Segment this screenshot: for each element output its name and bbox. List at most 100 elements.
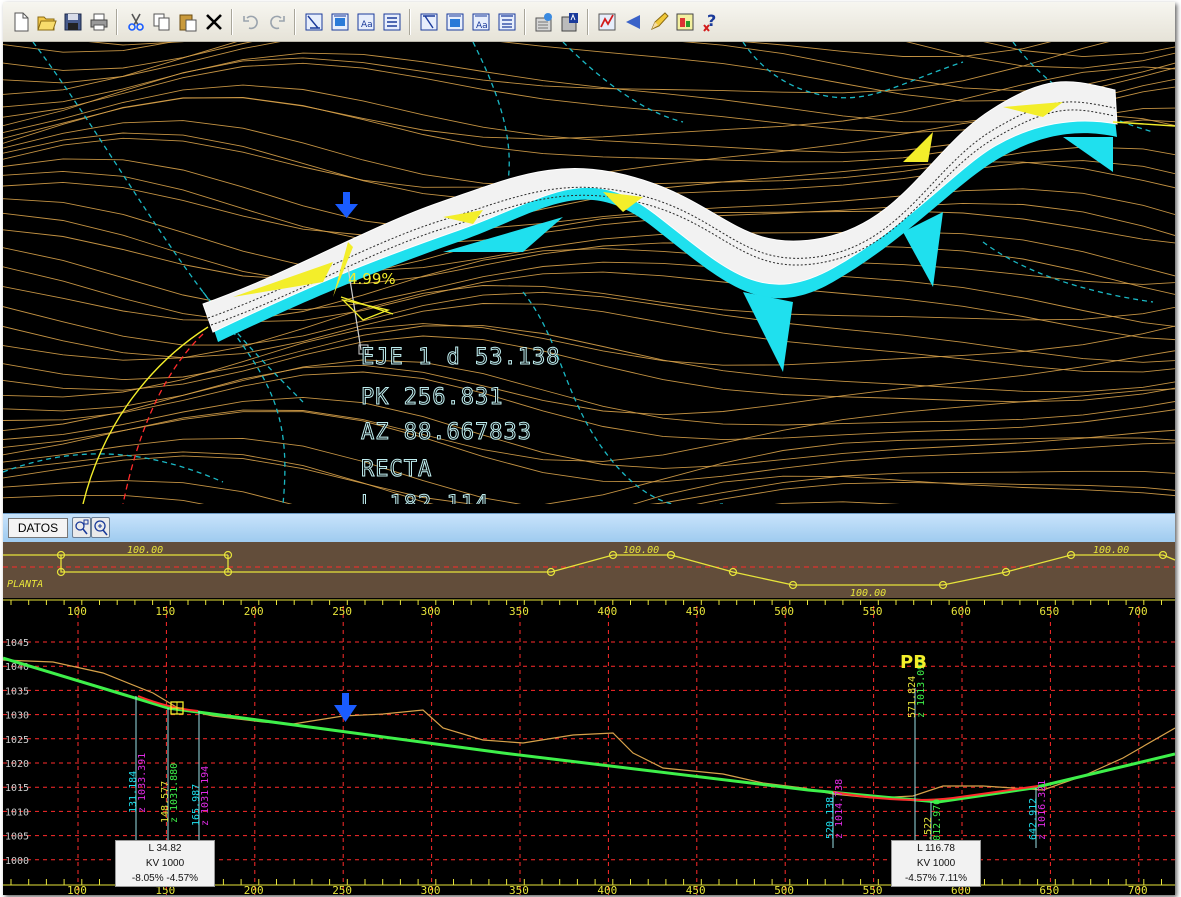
toolbar-separator: [587, 8, 589, 35]
planta-label: PLANTA: [7, 579, 43, 590]
road-alignment[interactable]: [202, 81, 1118, 342]
toolbar-separator: [294, 8, 296, 35]
new-icon[interactable]: [9, 10, 32, 34]
curve-length: L 116.78: [917, 843, 955, 854]
info-line-4: RECTA: [360, 457, 433, 482]
save-icon[interactable]: [61, 10, 84, 34]
view-profile-3-icon[interactable]: Aa: [469, 10, 492, 34]
profile-view[interactable]: 100 100 150 150 200 200 250 250 300 300 350 350 400 4…: [3, 598, 1175, 895]
y-tick-label: 1035: [5, 686, 29, 697]
curve-grades: -4.57% 7.11%: [904, 873, 968, 884]
svg-text:Aa: Aa: [476, 21, 488, 31]
view-plan-1-icon[interactable]: [302, 10, 325, 34]
toolbar: Aa Aa ?: [3, 2, 1175, 42]
pane-divider[interactable]: DATOS: [3, 513, 1175, 543]
grade-arrow: [340, 296, 394, 321]
info-line-1: EJE 1 d 53.138: [360, 345, 561, 370]
delete-icon[interactable]: [202, 10, 225, 34]
x-tick-label: 250: [332, 884, 352, 895]
x-tick-label: 550: [863, 884, 883, 895]
plan-view[interactable]: 4.99% EJE 1 d 53.138 PK 256.831 AZ 88.66…: [3, 42, 1175, 504]
view-profile-4-icon[interactable]: [495, 10, 518, 34]
x-tick-label: 300: [421, 605, 441, 618]
curve-length: L 34.82: [148, 843, 182, 854]
vertical-point-label: z 1031.880: [169, 763, 180, 823]
zoom-window-icon[interactable]: [72, 517, 91, 538]
x-tick-label: 200: [244, 605, 264, 618]
x-tick-label: 200: [244, 884, 264, 895]
report-icon[interactable]: [558, 10, 581, 34]
open-icon[interactable]: [35, 10, 58, 34]
curve-kv: KV 1000: [916, 858, 956, 869]
x-tick-label: 500: [774, 884, 794, 895]
pb-label: PB: [900, 652, 927, 673]
y-tick-label: 1020: [5, 759, 29, 770]
view-profile-2-icon[interactable]: [443, 10, 466, 34]
station-marker-icon[interactable]: [335, 192, 358, 218]
y-tick-label: 1005: [5, 832, 29, 843]
vertical-point-label: z 1014.738: [834, 779, 845, 839]
y-tick-label: 1000: [5, 856, 29, 867]
toolbar-separator: [524, 8, 526, 35]
export-icon[interactable]: [673, 10, 696, 34]
vertical-point-label: z 1016.321: [1037, 780, 1048, 840]
x-tick-label: 150: [155, 605, 175, 618]
x-tick-label: 700: [1128, 605, 1148, 618]
planta-strip[interactable]: 100.00 100.00 100.00 100.00 PLANTA: [3, 542, 1175, 598]
help-icon[interactable]: ?: [699, 10, 722, 34]
info-line-3: AZ 88.667833: [361, 420, 532, 445]
x-tick-label: 400: [597, 605, 617, 618]
toolbar-separator: [231, 8, 233, 35]
x-tick-label: 650: [1039, 605, 1059, 618]
profile-chart-icon[interactable]: [595, 10, 618, 34]
x-tick-label: 300: [421, 884, 441, 895]
info-line-2: PK 256.831: [360, 385, 504, 410]
datos-tab[interactable]: DATOS: [8, 518, 68, 538]
zoom-extents-icon[interactable]: [91, 517, 110, 538]
x-tick-label: 250: [332, 605, 352, 618]
planta-diagram: 100.00 100.00 100.00 100.00 PLANTA: [3, 545, 1175, 598]
print-icon[interactable]: [87, 10, 110, 34]
x-tick-label: 500: [774, 605, 794, 618]
y-tick-label: 1015: [5, 783, 29, 794]
radius-label: 100.00: [127, 545, 163, 556]
view-plan-3-icon[interactable]: Aa: [354, 10, 377, 34]
undo-icon[interactable]: [239, 10, 262, 34]
grade-label: 4.99%: [348, 270, 396, 288]
view-plan-4-icon[interactable]: [380, 10, 403, 34]
toolbar-separator: [409, 8, 411, 35]
x-tick-label: 600: [951, 605, 971, 618]
x-tick-label: 650: [1039, 884, 1059, 895]
x-tick-label: 450: [686, 884, 706, 895]
toolbar-separator: [116, 8, 118, 35]
vertical-curve-info-2: L 116.78 KV 1000 -4.57% 7.11%: [891, 840, 981, 887]
view-profile-1-icon[interactable]: [417, 10, 440, 34]
pencil-icon[interactable]: [647, 10, 670, 34]
cut-icon[interactable]: [124, 10, 147, 34]
y-tick-label: 1025: [5, 735, 29, 746]
x-tick-label: 550: [863, 605, 883, 618]
y-tick-label: 1010: [5, 807, 29, 818]
paste-icon[interactable]: [176, 10, 199, 34]
radius-label: 100.00: [1093, 545, 1129, 556]
y-axis-ticks: 1045104010351030102510201015101010051000: [5, 638, 29, 867]
perspective-icon[interactable]: [621, 10, 644, 34]
curve-kv: KV 1000: [145, 858, 185, 869]
view-plan-2-icon[interactable]: [328, 10, 351, 34]
plan-drawing[interactable]: 4.99%: [3, 42, 1175, 504]
x-tick-label: 400: [597, 884, 617, 895]
x-tick-label: 450: [686, 605, 706, 618]
app-window: Aa Aa ? 4.99% EJE 1 d 53.138 PK 256.831 …: [3, 2, 1175, 895]
vertical-point-label: z 1033.391: [137, 753, 148, 813]
vertex-marker-icon[interactable]: [170, 701, 184, 715]
info-line-5: L 182.114: [360, 493, 489, 504]
copy-icon[interactable]: [150, 10, 173, 34]
radius-label: 100.00: [623, 545, 659, 556]
curve-grades: -8.05% -4.57%: [131, 873, 199, 884]
station-marker-icon[interactable]: [334, 693, 357, 722]
radius-label: 100.00: [850, 588, 886, 598]
properties-icon[interactable]: [532, 10, 555, 34]
redo-icon[interactable]: [265, 10, 288, 34]
x-tick-label: 350: [509, 605, 529, 618]
x-tick-label: 700: [1128, 884, 1148, 895]
